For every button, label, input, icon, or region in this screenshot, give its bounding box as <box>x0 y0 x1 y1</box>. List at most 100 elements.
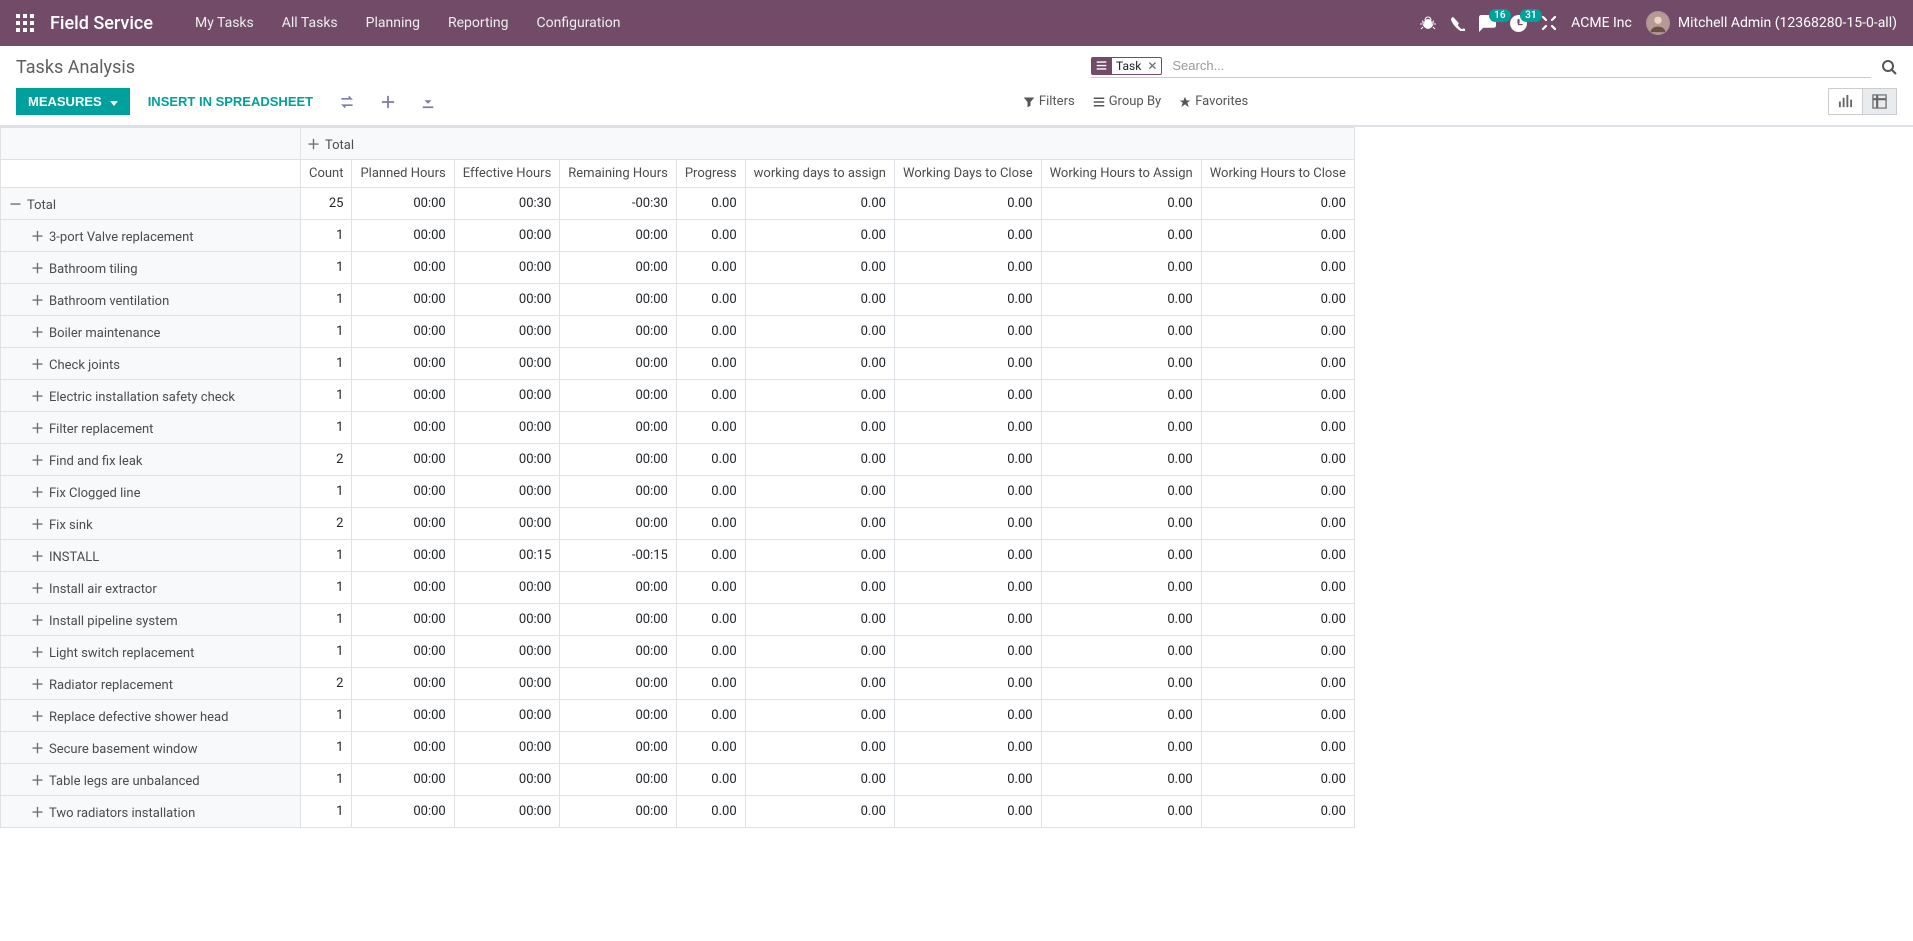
cell[interactable]: 00:00 <box>352 764 454 796</box>
cell[interactable]: 0.00 <box>894 572 1041 604</box>
activities-icon[interactable]: 31 <box>1510 15 1527 32</box>
cell[interactable]: 2 <box>301 668 352 700</box>
cell[interactable]: 0.00 <box>1041 796 1201 828</box>
row-header[interactable]: ＋Find and fix leak <box>1 444 301 476</box>
row-header[interactable]: ＋Bathroom tiling <box>1 252 301 284</box>
col-header-0[interactable]: Count <box>301 160 352 188</box>
cell[interactable]: 0.00 <box>1041 412 1201 444</box>
cell[interactable]: 00:00 <box>560 732 677 764</box>
search-icon[interactable] <box>1881 59 1897 75</box>
cell[interactable]: 0.00 <box>1201 252 1354 284</box>
cell[interactable]: 00:00 <box>352 188 454 220</box>
cell[interactable]: 0.00 <box>745 508 894 540</box>
pivot-container[interactable]: ＋Total CountPlanned HoursEffective Hours… <box>0 126 1913 927</box>
cell[interactable]: 00:00 <box>352 604 454 636</box>
cell[interactable]: 00:00 <box>352 700 454 732</box>
search-bar[interactable]: Task ✕ <box>1091 56 1871 78</box>
cell[interactable]: 00:00 <box>560 348 677 380</box>
cell[interactable]: 00:00 <box>560 412 677 444</box>
nav-item-mytasks[interactable]: My Tasks <box>181 0 268 46</box>
nav-item-alltasks[interactable]: All Tasks <box>268 0 352 46</box>
row-header[interactable]: ＋Fix sink <box>1 508 301 540</box>
cell[interactable]: 1 <box>301 636 352 668</box>
cell[interactable]: 0.00 <box>676 252 745 284</box>
cell[interactable]: 00:00 <box>454 380 560 412</box>
cell[interactable]: 00:00 <box>560 636 677 668</box>
cell[interactable]: 0.00 <box>745 220 894 252</box>
cell[interactable]: 0.00 <box>894 796 1041 828</box>
row-total-header[interactable]: －Total <box>1 188 301 220</box>
cell[interactable]: 00:00 <box>560 764 677 796</box>
row-header[interactable]: ＋Radiator replacement <box>1 668 301 700</box>
cell[interactable]: 0.00 <box>894 412 1041 444</box>
cell[interactable]: 00:00 <box>454 604 560 636</box>
cell[interactable]: 0.00 <box>1041 284 1201 316</box>
cell[interactable]: 0.00 <box>894 252 1041 284</box>
col-header-7[interactable]: Working Hours to Assign <box>1041 160 1201 188</box>
cell[interactable]: 00:00 <box>454 316 560 348</box>
cell[interactable]: 0.00 <box>1201 444 1354 476</box>
cell[interactable]: 0.00 <box>676 348 745 380</box>
cell[interactable]: 1 <box>301 764 352 796</box>
cell[interactable]: 0.00 <box>676 220 745 252</box>
cell[interactable]: 1 <box>301 796 352 828</box>
groupby-button[interactable]: Group By <box>1093 94 1162 109</box>
cell[interactable]: 0.00 <box>1201 348 1354 380</box>
cell[interactable]: 00:00 <box>352 732 454 764</box>
row-header[interactable]: ＋Boiler maintenance <box>1 316 301 348</box>
cell[interactable]: 0.00 <box>1201 412 1354 444</box>
row-header[interactable]: ＋Two radiators installation <box>1 796 301 828</box>
cell[interactable]: 0.00 <box>1041 348 1201 380</box>
cell[interactable]: 0.00 <box>1201 188 1354 220</box>
row-header[interactable]: ＋Check joints <box>1 348 301 380</box>
cell[interactable]: 0.00 <box>676 444 745 476</box>
col-header-2[interactable]: Effective Hours <box>454 160 560 188</box>
cell[interactable]: 1 <box>301 700 352 732</box>
cell[interactable]: 0.00 <box>745 540 894 572</box>
cell[interactable]: 0.00 <box>1041 764 1201 796</box>
cell[interactable]: 00:00 <box>352 380 454 412</box>
cell[interactable]: 0.00 <box>676 636 745 668</box>
cell[interactable]: 0.00 <box>1201 764 1354 796</box>
cell[interactable]: 0.00 <box>1201 284 1354 316</box>
cell[interactable]: 0.00 <box>1041 188 1201 220</box>
row-header[interactable]: ＋Replace defective shower head <box>1 700 301 732</box>
cell[interactable]: 0.00 <box>676 764 745 796</box>
cell[interactable]: 2 <box>301 508 352 540</box>
cell[interactable]: -00:15 <box>560 540 677 572</box>
settings-icon[interactable] <box>1541 15 1557 31</box>
row-header[interactable]: ＋INSTALL <box>1 540 301 572</box>
cell[interactable]: 00:00 <box>352 444 454 476</box>
cell[interactable]: 0.00 <box>745 764 894 796</box>
cell[interactable]: 0.00 <box>676 700 745 732</box>
cell[interactable]: 00:00 <box>352 412 454 444</box>
cell[interactable]: 0.00 <box>745 700 894 732</box>
cell[interactable]: 00:00 <box>560 604 677 636</box>
cell[interactable]: 0.00 <box>745 188 894 220</box>
cell[interactable]: 00:00 <box>560 796 677 828</box>
cell[interactable]: 0.00 <box>745 252 894 284</box>
cell[interactable]: 00:00 <box>454 572 560 604</box>
row-header[interactable]: ＋Install air extractor <box>1 572 301 604</box>
cell[interactable]: 0.00 <box>676 604 745 636</box>
cell[interactable]: 0.00 <box>1201 636 1354 668</box>
cell[interactable]: 00:00 <box>454 764 560 796</box>
cell[interactable]: 00:00 <box>454 284 560 316</box>
cell[interactable]: 0.00 <box>676 668 745 700</box>
pivot-view-button[interactable] <box>1862 88 1897 115</box>
cell[interactable]: 0.00 <box>676 476 745 508</box>
cell[interactable]: 00:00 <box>454 732 560 764</box>
row-header[interactable]: ＋Fix Clogged line <box>1 476 301 508</box>
cell[interactable]: 0.00 <box>1041 508 1201 540</box>
cell[interactable]: 00:00 <box>352 540 454 572</box>
cell[interactable]: 0.00 <box>745 636 894 668</box>
cell[interactable]: 00:00 <box>560 444 677 476</box>
cell[interactable]: 00:00 <box>352 316 454 348</box>
user-menu[interactable]: Mitchell Admin (12368280-15-0-all) <box>1646 11 1897 35</box>
cell[interactable]: 0.00 <box>1201 508 1354 540</box>
cell[interactable]: 00:00 <box>560 316 677 348</box>
cell[interactable]: 0.00 <box>1201 220 1354 252</box>
cell[interactable]: 1 <box>301 380 352 412</box>
cell[interactable]: 00:00 <box>560 476 677 508</box>
cell[interactable]: 0.00 <box>1041 444 1201 476</box>
